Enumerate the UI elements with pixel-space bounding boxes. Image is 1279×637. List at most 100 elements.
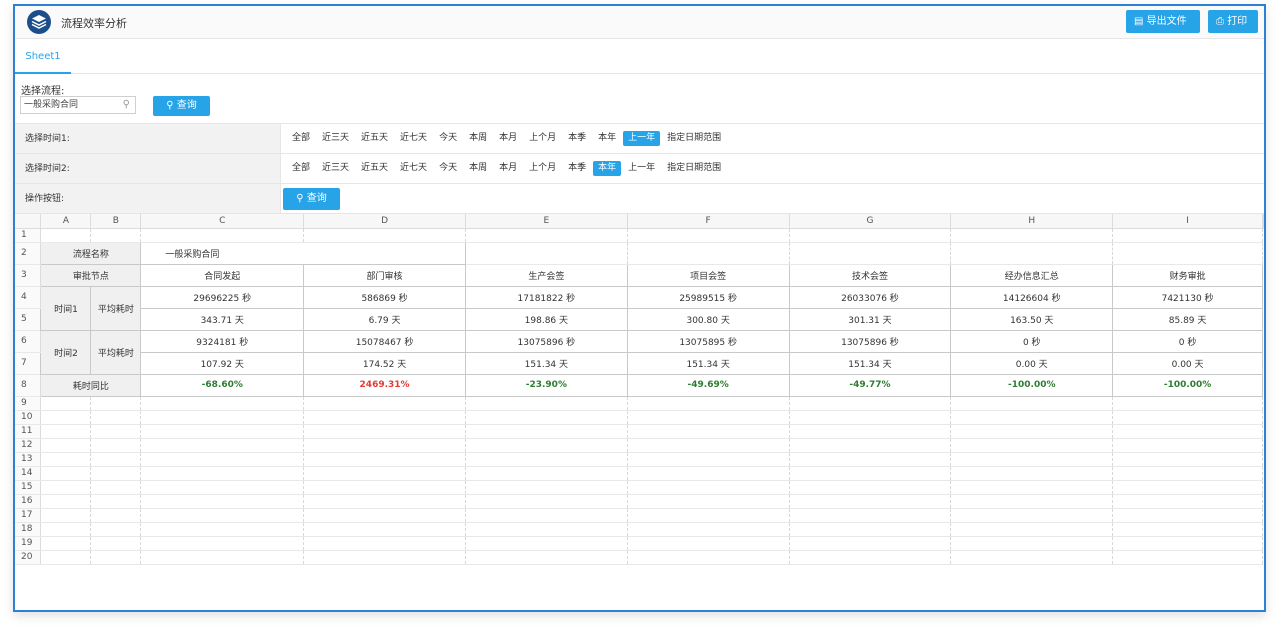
grid-cell[interactable] — [140, 466, 305, 481]
column-header[interactable]: D — [303, 214, 466, 229]
grid-cell[interactable] — [1112, 410, 1263, 425]
grid-cell[interactable] — [465, 410, 628, 425]
row-number[interactable]: 16 — [15, 494, 42, 509]
grid-cell[interactable] — [950, 228, 1114, 243]
row-number[interactable]: 10 — [15, 410, 42, 425]
flow-query-button[interactable]: ⚲ 查询 — [153, 96, 210, 116]
grid-cell[interactable] — [465, 242, 628, 265]
grid-cell[interactable] — [1112, 424, 1263, 439]
time2-option[interactable]: 上一年 — [623, 161, 660, 176]
grid-cell[interactable] — [465, 508, 628, 523]
time1-option[interactable]: 近五天 — [356, 131, 393, 146]
grid-cell[interactable] — [40, 228, 92, 243]
grid-cell[interactable] — [303, 228, 466, 243]
grid-cell[interactable] — [90, 480, 142, 495]
days-cell[interactable]: 343.71 天 — [140, 307, 305, 331]
time1-option[interactable]: 全部 — [287, 131, 315, 146]
grid-cell[interactable] — [950, 550, 1114, 565]
grid-cell[interactable] — [90, 466, 142, 481]
grid-cell[interactable] — [627, 396, 790, 411]
avg-label-cell[interactable]: 平均耗时 — [90, 329, 142, 375]
spreadsheet-grid[interactable]: A B C D E F G H I 1 2 流程名称 一般采购合同 3 审批节点 合同发起 部门审核 生产会签 项目… — [15, 214, 1264, 565]
column-header[interactable]: E — [465, 214, 628, 229]
grid-cell[interactable] — [140, 536, 305, 551]
grid-cell[interactable] — [465, 480, 628, 495]
grid-cell[interactable] — [140, 550, 305, 565]
grid-cell[interactable] — [627, 466, 790, 481]
column-header[interactable]: C — [140, 214, 305, 229]
grid-cell[interactable] — [1112, 242, 1263, 265]
grid-cell[interactable] — [40, 536, 92, 551]
grid-cell[interactable] — [789, 452, 952, 467]
grid-cell[interactable] — [303, 466, 466, 481]
time-label-cell[interactable]: 时间1 — [40, 285, 92, 331]
grid-cell[interactable] — [303, 522, 466, 537]
row-number[interactable]: 14 — [15, 466, 42, 481]
days-cell[interactable]: 85.89 天 — [1112, 307, 1263, 331]
time1-option[interactable]: 本周 — [464, 131, 492, 146]
grid-cell[interactable] — [140, 480, 305, 495]
row-number[interactable]: 4 — [15, 286, 42, 309]
grid-cell[interactable] — [950, 508, 1114, 523]
grid-cell[interactable] — [465, 396, 628, 411]
print-button[interactable]: ⎙ 打印 — [1208, 10, 1258, 33]
time1-option[interactable]: 指定日期范围 — [662, 131, 726, 146]
column-header[interactable]: I — [1112, 214, 1263, 229]
grid-cell[interactable] — [950, 522, 1114, 537]
grid-cell[interactable] — [90, 536, 142, 551]
time1-option[interactable]: 近三天 — [317, 131, 354, 146]
grid-cell[interactable] — [950, 480, 1114, 495]
days-cell[interactable]: 300.80 天 — [626, 307, 790, 331]
node-header-cell[interactable]: 生产会签 — [464, 263, 628, 287]
time1-option[interactable]: 本月 — [494, 131, 522, 146]
grid-cell[interactable] — [465, 438, 628, 453]
days-cell[interactable]: 174.52 天 — [303, 351, 466, 375]
grid-cell[interactable] — [40, 494, 92, 509]
grid-cell[interactable] — [789, 536, 952, 551]
grid-cell[interactable] — [1112, 396, 1263, 411]
grid-cell[interactable] — [90, 494, 142, 509]
grid-cell[interactable] — [140, 396, 305, 411]
grid-cell[interactable] — [140, 452, 305, 467]
flow-name-label-cell[interactable]: 流程名称 — [40, 241, 142, 265]
node-header-cell[interactable]: 合同发起 — [140, 263, 305, 287]
grid-cell[interactable] — [465, 550, 628, 565]
grid-cell[interactable] — [627, 410, 790, 425]
grid-cell[interactable] — [303, 494, 466, 509]
days-cell[interactable]: 0.00 天 — [950, 351, 1114, 375]
column-header[interactable] — [1262, 214, 1264, 229]
grid-cell[interactable] — [789, 480, 952, 495]
grid-cell[interactable] — [1112, 508, 1263, 523]
seconds-cell[interactable]: 29696225 秒 — [140, 285, 305, 309]
grid-cell[interactable] — [40, 466, 92, 481]
grid-cell[interactable] — [303, 536, 466, 551]
node-header-cell[interactable]: 部门审核 — [303, 263, 466, 287]
select-all-corner[interactable] — [15, 214, 42, 229]
seconds-cell[interactable]: 14126604 秒 — [950, 285, 1114, 309]
grid-cell[interactable] — [90, 438, 142, 453]
grid-cell[interactable] — [90, 396, 142, 411]
time2-option[interactable]: 近五天 — [356, 161, 393, 176]
row-number[interactable]: 1 — [15, 228, 42, 243]
grid-cell[interactable] — [789, 508, 952, 523]
ratio-cell[interactable]: -49.69% — [626, 373, 790, 397]
grid-cell[interactable] — [40, 424, 92, 439]
row-number[interactable]: 11 — [15, 424, 42, 439]
row-number[interactable]: 19 — [15, 536, 42, 551]
time1-option[interactable]: 上个月 — [524, 131, 561, 146]
seconds-cell[interactable]: 13075896 秒 — [464, 329, 628, 353]
grid-cell[interactable] — [465, 522, 628, 537]
row-number[interactable]: 5 — [15, 308, 42, 331]
row-number[interactable]: 2 — [15, 242, 42, 265]
grid-cell[interactable] — [627, 424, 790, 439]
grid-cell[interactable] — [789, 424, 952, 439]
days-cell[interactable]: 107.92 天 — [140, 351, 305, 375]
row-number[interactable]: 6 — [15, 330, 42, 353]
grid-cell[interactable] — [40, 480, 92, 495]
grid-cell[interactable] — [950, 466, 1114, 481]
filter-query-button[interactable]: ⚲ 查询 — [283, 188, 340, 210]
grid-cell[interactable] — [627, 438, 790, 453]
days-cell[interactable]: 163.50 天 — [950, 307, 1114, 331]
row-number[interactable]: 13 — [15, 452, 42, 467]
grid-cell[interactable] — [789, 410, 952, 425]
